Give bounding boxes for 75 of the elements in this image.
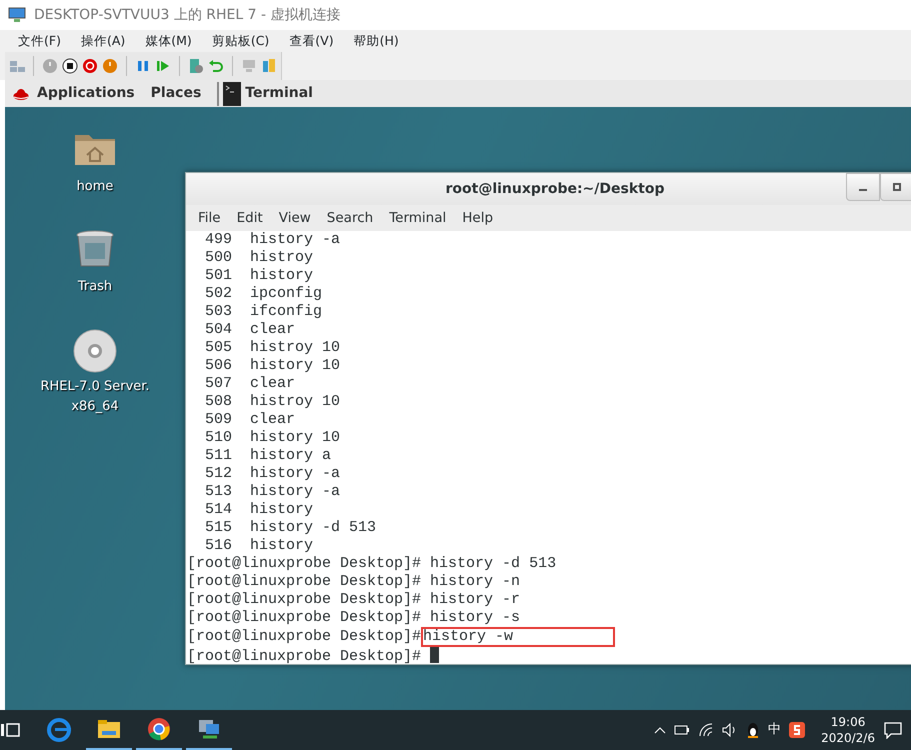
- terminal-line: 499 history -a: [204, 231, 340, 248]
- vm-connect-icon[interactable]: [197, 717, 221, 741]
- desktop-icon-label[interactable]: home: [76, 177, 114, 197]
- terminal-line: 515 history -d 513: [204, 519, 376, 536]
- terminal-icon: [223, 82, 242, 106]
- edge-browser-icon[interactable]: [47, 718, 71, 742]
- terminal-line: 502 ipconfig: [204, 285, 322, 302]
- menu-item[interactable]: Edit: [228, 208, 271, 228]
- chrome-browser-icon[interactable]: [147, 717, 171, 741]
- menu-item[interactable]: Help: [454, 208, 502, 228]
- highlighted-command: history -w: [421, 627, 616, 647]
- window-title: DESKTOP-SVTVUU3 上的 RHEL 7 - 虚拟机连接: [34, 6, 340, 24]
- menu-item[interactable]: Terminal: [381, 208, 454, 228]
- wifi-icon[interactable]: [698, 723, 714, 737]
- checkpoint-icon[interactable]: [188, 58, 204, 74]
- places-menu[interactable]: Places: [150, 83, 202, 104]
- terminal-line: 514 history: [204, 501, 314, 518]
- sogou-input-icon[interactable]: [789, 722, 806, 738]
- terminal-line: 506 history 10: [204, 357, 340, 374]
- ime-indicator[interactable]: 中: [768, 720, 782, 740]
- terminal-prompt: [root@linuxprobe Desktop]#: [187, 628, 422, 645]
- file-explorer-icon[interactable]: [97, 717, 121, 741]
- terminal-prompt: [root@linuxprobe Desktop]#: [187, 573, 422, 590]
- terminal-prompt: [root@linuxprobe Desktop]#: [187, 609, 422, 626]
- terminal-command: history -r: [429, 591, 520, 608]
- terminal-command: history -n: [429, 573, 520, 590]
- menu-item[interactable]: 文件(F): [8, 32, 71, 50]
- penguin-icon[interactable]: [746, 722, 760, 738]
- terminal-prompt: [root@linuxprobe Desktop]#: [187, 555, 422, 572]
- server-icon[interactable]: [261, 58, 277, 74]
- terminal-line: 512 history -a: [204, 465, 340, 482]
- terminal-line: 513 history -a: [204, 483, 340, 500]
- dvd-disc-icon[interactable]: [73, 329, 117, 373]
- desktop-icon-label[interactable]: Trash: [78, 277, 112, 297]
- terminal-command: history -s: [429, 609, 520, 626]
- terminal-line: 501 history: [204, 267, 314, 284]
- terminal-prompt: [root@linuxprobe Desktop]#: [187, 591, 422, 608]
- clock-date[interactable]: 2020/2/6: [821, 730, 875, 746]
- stop-icon[interactable]: [62, 58, 78, 74]
- terminal-line: 508 histroy 10: [204, 393, 340, 410]
- desktop-icon-label[interactable]: RHEL-7.0 Server. x86_64: [40, 377, 150, 417]
- notification-icon[interactable]: [883, 721, 903, 739]
- terminal-line: 510 history 10: [204, 429, 340, 446]
- terminal-line: 511 history a: [204, 447, 332, 464]
- menu-item[interactable]: 操作(A): [70, 32, 136, 50]
- pause-icon[interactable]: [135, 58, 151, 74]
- minimize-icon: [859, 188, 867, 191]
- menu-item[interactable]: 查看(V): [279, 32, 344, 50]
- terminal-line: 509 clear: [204, 411, 296, 428]
- menu-item[interactable]: 剪贴板(C): [202, 32, 280, 50]
- menu-item[interactable]: File: [190, 208, 229, 228]
- terminal-command: history -d 513: [429, 555, 556, 572]
- terminal-task-button[interactable]: Terminal: [245, 83, 313, 104]
- clock-time[interactable]: 19:06: [830, 714, 866, 730]
- terminal-line: 516 history: [204, 537, 314, 554]
- chevron-up-icon[interactable]: [654, 726, 666, 734]
- terminal-line: 500 histroy: [204, 249, 314, 266]
- terminal-line: 503 ifconfig: [204, 303, 322, 320]
- terminal-prompt: [root@linuxprobe Desktop]#: [187, 648, 422, 665]
- terminal-title: root@linuxprobe:~/Desktop: [446, 180, 664, 198]
- maximize-button[interactable]: [880, 173, 911, 201]
- terminal-line: 507 clear: [204, 375, 296, 392]
- menu-item[interactable]: View: [270, 208, 319, 228]
- applications-menu[interactable]: Applications: [37, 83, 135, 104]
- shutdown-icon[interactable]: [82, 58, 98, 74]
- menu-item[interactable]: 帮助(H): [344, 32, 409, 50]
- monitor-icon: [8, 7, 26, 23]
- task-view-icon[interactable]: [0, 721, 20, 739]
- terminal-line: 504 clear: [204, 321, 296, 338]
- redhat-logo-icon: [13, 86, 29, 100]
- menu-item[interactable]: 媒体(M): [135, 32, 202, 50]
- battery-icon[interactable]: [674, 724, 690, 736]
- terminal-line: 505 histroy 10: [204, 339, 340, 356]
- maximize-icon: [893, 182, 901, 191]
- menu-item[interactable]: Search: [318, 208, 382, 228]
